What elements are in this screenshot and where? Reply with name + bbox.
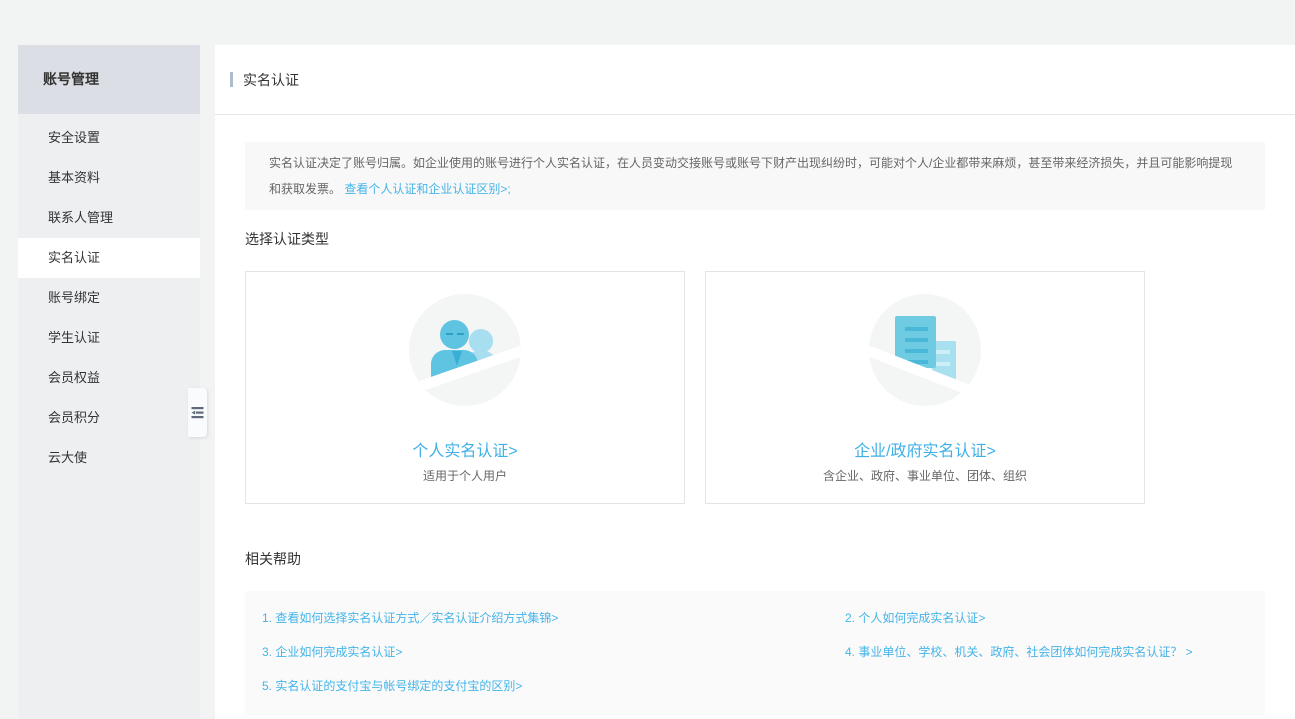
page-title: 实名认证	[243, 70, 299, 90]
title-accent-bar	[230, 72, 233, 87]
enterprise-auth-link[interactable]: 企业/政府实名认证>	[854, 441, 996, 463]
enterprise-auth-card[interactable]: 企业/政府实名认证> 含企业、政府、事业单位、团体、组织	[705, 271, 1145, 504]
sidebar-collapse-toggle[interactable]	[188, 388, 207, 437]
sidebar-item-cloud-ambassador[interactable]: 云大使	[18, 438, 200, 478]
notice-banner: 实名认证决定了账号归属。如企业使用的账号进行个人实名认证，在人员变动交接账号或账…	[245, 142, 1265, 210]
sidebar-item-real-name-auth[interactable]: 实名认证	[18, 238, 200, 278]
buildings-icon	[869, 294, 981, 406]
sidebar-header: 账号管理	[18, 45, 200, 114]
personal-auth-link[interactable]: 个人实名认证>	[412, 441, 517, 463]
sidebar-item-member-benefits[interactable]: 会员权益	[18, 358, 200, 398]
help-link-3[interactable]: 3. 企业如何完成实名认证>	[262, 635, 845, 669]
sidebar-item-member-points[interactable]: 会员积分	[18, 398, 200, 438]
person-icon	[409, 294, 521, 406]
notice-difference-link[interactable]: 查看个人认证和企业认证区别>;	[344, 182, 510, 196]
help-links-spacer	[845, 669, 1247, 703]
page-header: 实名认证	[215, 45, 1295, 115]
sidebar-item-basic-profile[interactable]: 基本资料	[18, 158, 200, 198]
help-link-1[interactable]: 1. 查看如何选择实名认证方式／实名认证介绍方式集锦>	[262, 601, 845, 635]
help-link-5[interactable]: 5. 实名认证的支付宝与帐号绑定的支付宝的区别>	[262, 669, 845, 703]
sidebar-item-account-binding[interactable]: 账号绑定	[18, 278, 200, 318]
sidebar-menu: 安全设置 基本资料 联系人管理 实名认证 账号绑定 学生认证 会员权益 会员积分…	[18, 114, 200, 478]
help-link-2[interactable]: 2. 个人如何完成实名认证>	[845, 601, 1247, 635]
personal-auth-card[interactable]: 个人实名认证> 适用于个人用户	[245, 271, 685, 504]
enterprise-auth-subtitle: 含企业、政府、事业单位、团体、组织	[706, 468, 1144, 485]
help-links-panel: 1. 查看如何选择实名认证方式／实名认证介绍方式集锦> 2. 个人如何完成实名认…	[245, 591, 1265, 715]
personal-auth-subtitle: 适用于个人用户	[246, 468, 684, 485]
sidebar-item-student-auth[interactable]: 学生认证	[18, 318, 200, 358]
choose-type-heading: 选择认证类型	[245, 229, 1265, 249]
account-management-page: { "sidebar": { "header": "账号管理", "items"…	[0, 0, 1295, 719]
sidebar-item-contact-management[interactable]: 联系人管理	[18, 198, 200, 238]
auth-type-cards: 个人实名认证> 适用于个人用户 企业/政府实名认证> 含企业、政府、事业单位、团…	[245, 271, 1265, 504]
sidebar: 账号管理 安全设置 基本资料 联系人管理 实名认证 账号绑定 学生认证 会员权益…	[18, 45, 200, 719]
sidebar-item-security-settings[interactable]: 安全设置	[18, 118, 200, 158]
collapse-menu-icon	[191, 406, 204, 419]
help-link-4[interactable]: 4. 事业单位、学校、机关、政府、社会团体如何完成实名认证？ >	[845, 635, 1247, 669]
main-content: 实名认证 实名认证决定了账号归属。如企业使用的账号进行个人实名认证，在人员变动交…	[215, 45, 1295, 719]
help-heading: 相关帮助	[245, 549, 1265, 569]
